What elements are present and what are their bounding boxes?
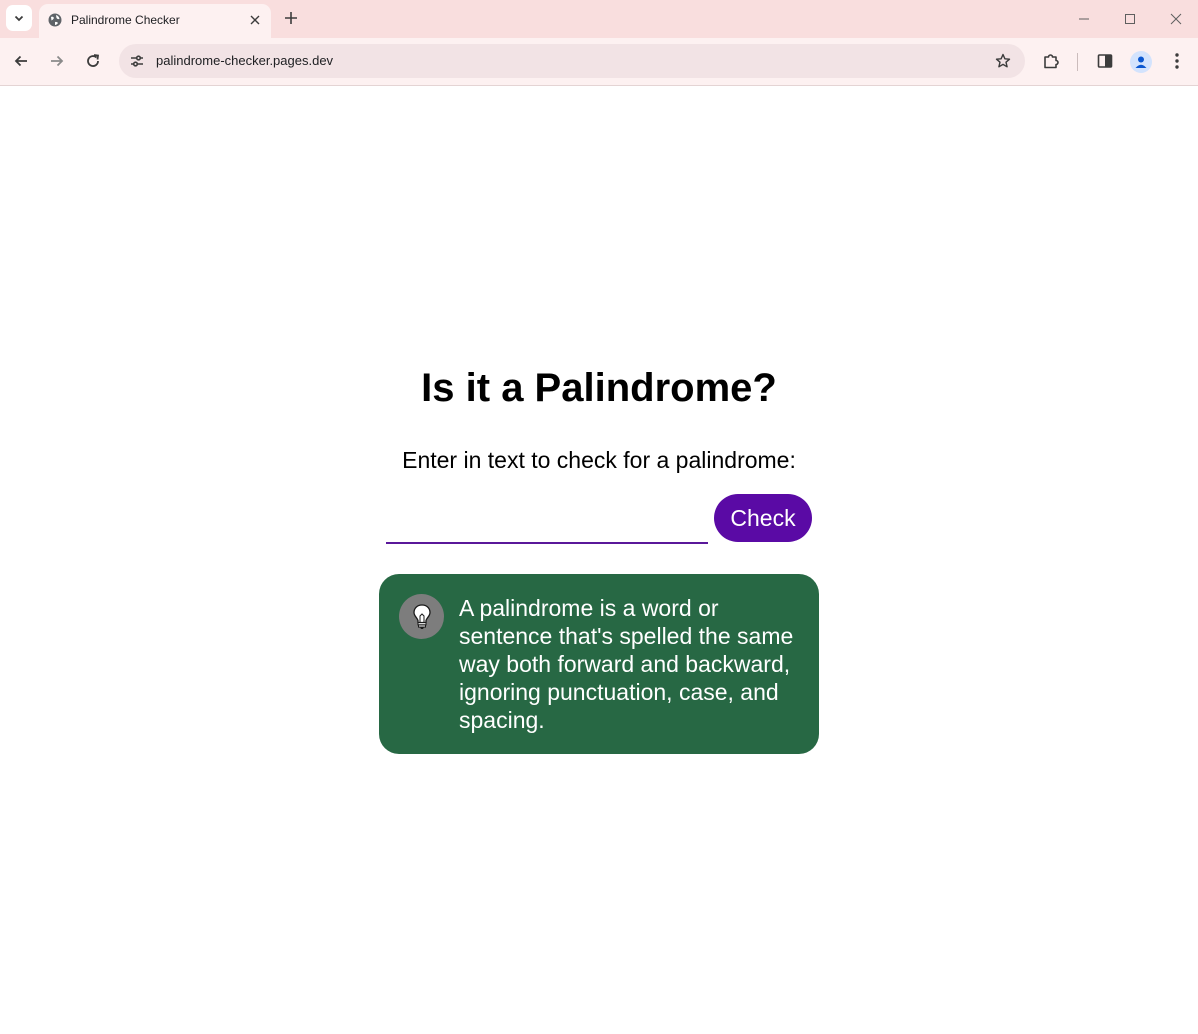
site-info-button[interactable] xyxy=(127,51,147,71)
maximize-icon xyxy=(1125,14,1135,24)
tab-strip: Palindrome Checker xyxy=(0,0,1198,38)
person-icon xyxy=(1135,56,1147,68)
globe-icon xyxy=(48,13,62,27)
address-bar[interactable]: palindrome-checker.pages.dev xyxy=(119,44,1025,78)
tab-search-button[interactable] xyxy=(6,5,32,31)
back-button[interactable] xyxy=(10,50,32,72)
reload-button[interactable] xyxy=(82,50,104,72)
minimize-button[interactable] xyxy=(1074,9,1094,29)
page-content: Is it a Palindrome? Enter in text to che… xyxy=(0,87,1198,1034)
star-icon xyxy=(995,53,1011,68)
check-button[interactable]: Check xyxy=(714,494,812,542)
reload-icon xyxy=(87,54,100,67)
palindrome-definition-box: A palindrome is a word or sentence that'… xyxy=(379,574,819,754)
window-close-button[interactable] xyxy=(1166,9,1186,29)
page-title: Is it a Palindrome? xyxy=(421,366,777,410)
lightbulb-icon xyxy=(399,594,444,639)
address-url[interactable]: palindrome-checker.pages.dev xyxy=(156,53,333,68)
close-icon xyxy=(250,15,260,25)
arrow-right-icon xyxy=(51,55,64,67)
tab-title: Palindrome Checker xyxy=(71,13,180,27)
minimize-icon xyxy=(1079,18,1089,20)
extensions-button[interactable] xyxy=(1040,50,1062,72)
new-tab-button[interactable] xyxy=(281,8,301,28)
forward-button[interactable] xyxy=(46,50,68,72)
side-panel-button[interactable] xyxy=(1094,50,1116,72)
arrow-left-icon xyxy=(14,55,27,67)
close-icon xyxy=(1170,13,1182,25)
palindrome-definition-text: A palindrome is a word or sentence that'… xyxy=(459,595,794,733)
maximize-button[interactable] xyxy=(1120,9,1140,29)
browser-toolbar: palindrome-checker.pages.dev xyxy=(0,38,1198,86)
toolbar-divider xyxy=(1077,53,1078,71)
plus-icon xyxy=(285,12,297,24)
puzzle-icon xyxy=(1044,54,1059,69)
active-tab[interactable]: Palindrome Checker xyxy=(39,4,271,38)
profile-button[interactable] xyxy=(1130,51,1152,73)
tune-icon xyxy=(131,55,143,67)
browser-menu-button[interactable] xyxy=(1166,50,1188,72)
tab-close-button[interactable] xyxy=(247,12,263,28)
chevron-down-icon xyxy=(14,15,24,22)
side-panel-icon xyxy=(1097,54,1113,68)
input-prompt-label: Enter in text to check for a palindrome: xyxy=(402,447,796,473)
palindrome-text-input[interactable] xyxy=(386,498,708,544)
bookmark-button[interactable] xyxy=(994,52,1012,70)
kebab-menu-icon xyxy=(1175,53,1179,69)
